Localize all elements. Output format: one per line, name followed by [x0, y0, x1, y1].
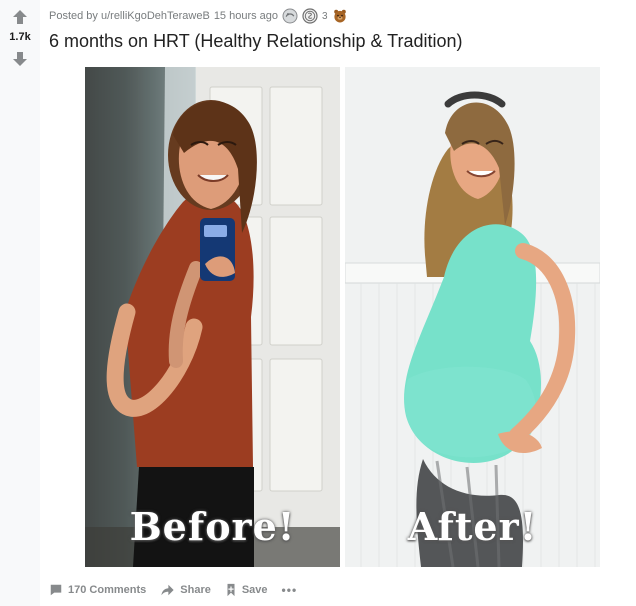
share-label: Share [180, 584, 211, 596]
arrow-up-icon [13, 10, 27, 24]
gold-coin-award-icon[interactable] [302, 8, 318, 24]
upvote-button[interactable] [8, 7, 32, 27]
post-time[interactable]: 15 hours ago [214, 10, 278, 22]
post-title[interactable]: 6 months on HRT (Healthy Relationship & … [49, 31, 463, 52]
posted-by-user-link[interactable]: Posted by u/relliKgoDehTeraweB [49, 10, 210, 22]
arrow-down-icon [13, 52, 27, 66]
before-photo-illustration [85, 67, 340, 567]
share-arrow-icon [161, 584, 174, 596]
more-options-button[interactable]: ••• [282, 583, 298, 597]
reddit-post: 1.7k Posted by u/relliKgoDehTeraweB 15 h… [0, 0, 636, 606]
silver-award-icon[interactable] [282, 8, 298, 24]
after-photo-illustration [345, 67, 600, 567]
vote-score: 1.7k [9, 31, 31, 43]
comments-label: 170 Comments [68, 584, 147, 596]
comment-icon [50, 584, 62, 596]
more-options-icon: ••• [281, 583, 298, 597]
comments-button[interactable]: 170 Comments [49, 583, 146, 597]
after-caption: After! [407, 504, 538, 549]
before-photo-panel: Before! [85, 67, 340, 567]
save-label: Save [241, 584, 268, 596]
after-photo-panel: After! [345, 67, 600, 567]
bear-award-icon[interactable] [332, 8, 348, 24]
downvote-button[interactable] [8, 49, 32, 69]
vote-rail: 1.7k [0, 0, 40, 606]
before-caption: Before! [129, 504, 296, 549]
save-button[interactable]: Save [225, 583, 268, 597]
post-image[interactable]: Before! After! [85, 67, 600, 567]
award-count: 3 [322, 10, 328, 22]
share-button[interactable]: Share [160, 583, 211, 597]
post-meta: Posted by u/relliKgoDehTeraweB 15 hours … [49, 8, 348, 24]
post-actions: 170 Comments Share Save ••• [49, 579, 297, 601]
save-bookmark-icon [227, 583, 235, 597]
